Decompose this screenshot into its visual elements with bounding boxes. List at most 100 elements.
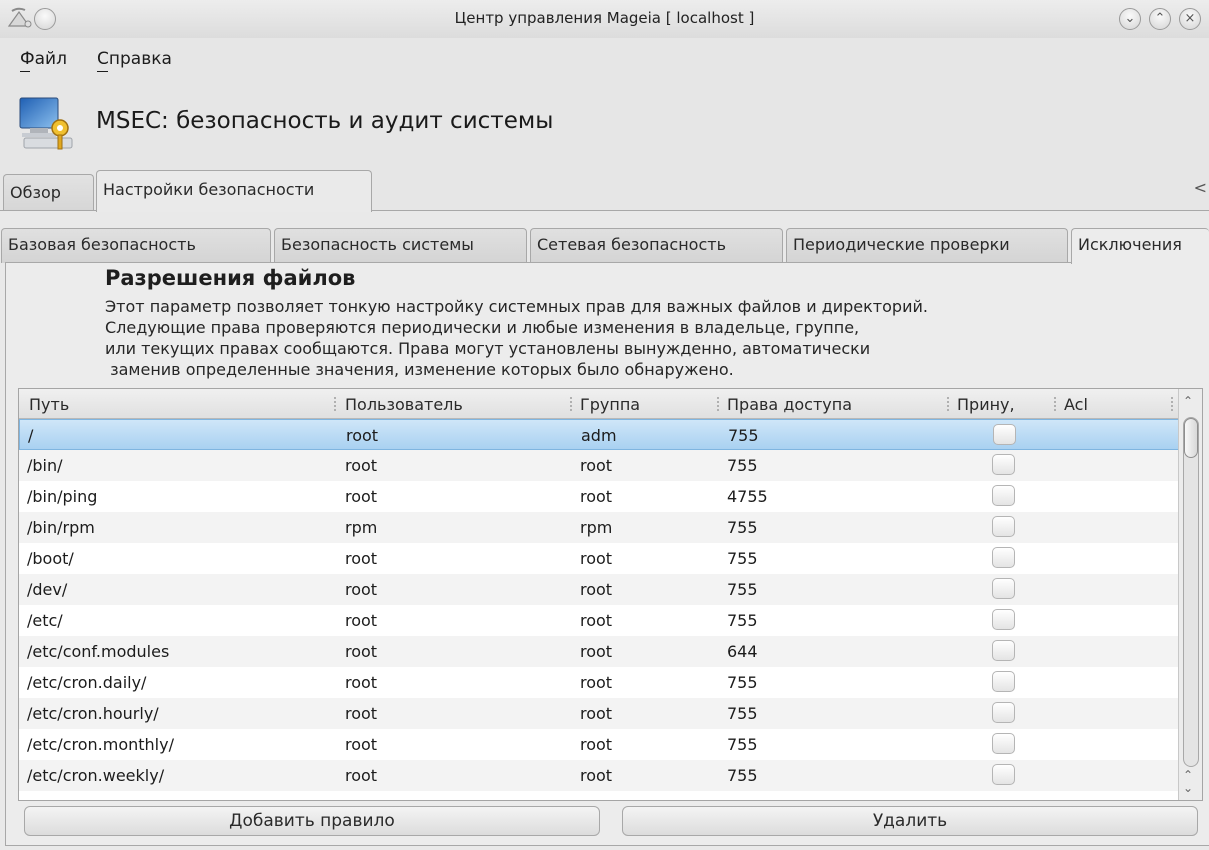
description-line: Этот параметр позволяет тонкую настройку… <box>105 297 928 316</box>
menu-file[interactable]: Файл <box>20 49 67 69</box>
cell-group: adm <box>581 426 617 445</box>
cell-user: root <box>345 735 378 754</box>
forced-checkbox[interactable] <box>992 485 1015 506</box>
delete-button[interactable]: Удалить <box>622 806 1198 836</box>
cell-perm: 755 <box>727 518 758 537</box>
section-description: Этот параметр позволяет тонкую настройку… <box>105 296 928 380</box>
column-header-forced[interactable]: Прину, <box>957 395 1015 414</box>
add-rule-button[interactable]: Добавить правило <box>24 806 600 836</box>
msec-computer-key-icon <box>19 97 73 150</box>
column-header-group[interactable]: Группа <box>580 395 640 414</box>
cell-perm: 755 <box>727 456 758 475</box>
tab-overview[interactable]: Обзор <box>3 174 94 211</box>
scroll-up-icon[interactable]: ⌃ <box>1183 395 1193 407</box>
forced-checkbox[interactable] <box>992 733 1015 754</box>
menu-file-mnemonic <box>20 71 30 72</box>
cell-perm: 755 <box>727 549 758 568</box>
column-separator[interactable] <box>1054 397 1056 411</box>
table-row[interactable]: /etc/cron.monthly/root root 755 <box>19 729 1179 760</box>
page-title: MSEC: безопасность и аудит системы <box>96 108 554 134</box>
tab-security-settings[interactable]: Настройки безопасности <box>96 170 372 212</box>
forced-checkbox[interactable] <box>992 454 1015 475</box>
tab-scroll-left-icon[interactable]: < <box>1194 178 1207 197</box>
cell-perm: 4755 <box>727 487 768 506</box>
window-title: Центр управления Mageia [ localhost ] <box>454 9 755 27</box>
forced-checkbox[interactable] <box>992 516 1015 537</box>
column-header-permissions[interactable]: Права доступа <box>727 395 852 414</box>
column-header-path[interactable]: Путь <box>29 395 69 414</box>
table-row[interactable]: /etc/root root 755 <box>19 605 1179 636</box>
forced-checkbox[interactable] <box>992 547 1015 568</box>
cell-perm: 755 <box>727 766 758 785</box>
cell-user: root <box>345 704 378 723</box>
cell-path: / <box>28 426 34 445</box>
menu-help[interactable]: Справка <box>97 49 172 69</box>
cell-perm: 755 <box>727 611 758 630</box>
column-separator[interactable] <box>1171 397 1173 411</box>
scroll-thumb[interactable] <box>1184 418 1198 458</box>
table-body: / root adm 755/bin/root root 755/bin/ping root… <box>19 419 1179 791</box>
cell-path: /etc/cron.hourly/ <box>27 704 159 723</box>
cell-user: root <box>345 673 378 692</box>
minimize-icon[interactable]: ⌄ <box>1119 8 1141 30</box>
subtab-periodic-checks[interactable]: Периодические проверки <box>786 228 1068 263</box>
table-row[interactable]: / root adm 755 <box>19 419 1179 450</box>
description-line: или текущих правах сообщаются. Права мог… <box>105 339 871 358</box>
column-separator[interactable] <box>947 397 949 411</box>
description-line: Следующие права проверяются периодически… <box>105 318 860 337</box>
cell-user: root <box>345 549 378 568</box>
forced-checkbox[interactable] <box>992 640 1015 661</box>
cell-path: /etc/cron.daily/ <box>27 673 147 692</box>
scroll-up-icon[interactable]: ⌃ <box>1183 769 1193 781</box>
forced-checkbox[interactable] <box>993 424 1016 445</box>
table-row[interactable]: /boot/root root 755 <box>19 543 1179 574</box>
column-separator[interactable] <box>717 397 719 411</box>
table-row[interactable]: /etc/cron.weekly/root root 755 <box>19 760 1179 791</box>
table-row[interactable]: /dev/root root 755 <box>19 574 1179 605</box>
column-header-user[interactable]: Пользователь <box>345 395 463 414</box>
table-row[interactable]: /etc/cron.hourly/root root 755 <box>19 698 1179 729</box>
vertical-scrollbar[interactable]: ⌃ ⌃ ⌄ <box>1178 389 1202 800</box>
cell-path: /etc/cron.weekly/ <box>27 766 165 785</box>
forced-checkbox[interactable] <box>992 702 1015 723</box>
table-row[interactable]: /bin/rpm rpm rpm 755 <box>19 512 1179 543</box>
table-row[interactable]: /bin/root root 755 <box>19 450 1179 481</box>
column-header-acl[interactable]: Acl <box>1064 395 1088 414</box>
cell-path: /dev/ <box>27 580 68 599</box>
forced-checkbox[interactable] <box>992 671 1015 692</box>
permissions-table[interactable]: Путь Пользователь Группа Права доступа П… <box>18 388 1203 801</box>
subtab-network-security[interactable]: Сетевая безопасность <box>530 228 783 263</box>
scroll-track[interactable] <box>1183 417 1199 767</box>
subtab-system-security[interactable]: Безопасность системы <box>274 228 527 263</box>
table-row[interactable]: /bin/ping root root 4755 <box>19 481 1179 512</box>
window-titlebar[interactable]: Центр управления Mageia [ localhost ] ⌄ … <box>0 0 1209 38</box>
forced-checkbox[interactable] <box>992 609 1015 630</box>
cell-path: /etc/ <box>27 611 63 630</box>
table-row[interactable]: /etc/cron.daily/root root 755 <box>19 667 1179 698</box>
column-separator[interactable] <box>570 397 572 411</box>
forced-checkbox[interactable] <box>992 764 1015 785</box>
cell-perm: 755 <box>727 735 758 754</box>
cell-user: rpm <box>345 518 378 537</box>
cell-group: root <box>580 673 613 692</box>
cell-user: root <box>345 766 378 785</box>
forced-checkbox[interactable] <box>992 578 1015 599</box>
cell-perm: 644 <box>727 642 758 661</box>
cell-path: /bin/ping <box>27 487 98 506</box>
cell-group: root <box>580 704 613 723</box>
maximize-icon[interactable]: ⌃ <box>1149 8 1171 30</box>
cell-user: root <box>345 611 378 630</box>
subtab-basic-security[interactable]: Базовая безопасность <box>1 228 271 263</box>
description-line: заменив определенные значения, изменение… <box>105 360 734 379</box>
column-separator[interactable] <box>334 397 336 411</box>
subtab-exceptions[interactable]: Исключения <box>1071 228 1209 264</box>
cell-group: root <box>580 580 613 599</box>
cell-group: root <box>580 487 613 506</box>
cell-group: root <box>580 456 613 475</box>
close-icon[interactable]: × <box>1179 8 1201 30</box>
menu-help-mnemonic <box>97 71 108 72</box>
scroll-down-icon[interactable]: ⌄ <box>1183 782 1193 794</box>
cell-user: root <box>345 642 378 661</box>
cell-path: /boot/ <box>27 549 74 568</box>
table-row[interactable]: /etc/conf.modules root root 644 <box>19 636 1179 667</box>
